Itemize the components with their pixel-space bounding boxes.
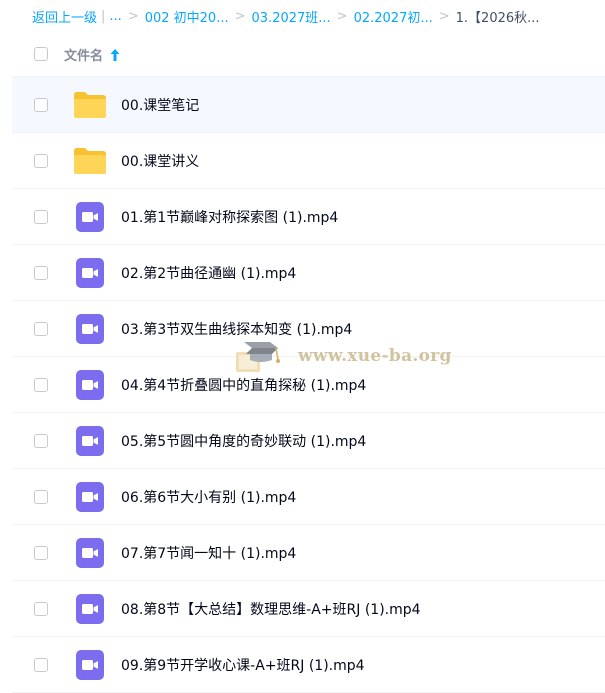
folder-icon [72,90,108,120]
breadcrumb-item[interactable]: 002 初中20... [145,7,229,26]
video-file-icon [72,369,108,400]
breadcrumb-bar: | [101,8,106,24]
file-row[interactable]: 00.课堂笔记 [12,77,605,133]
breadcrumb: 返回上一级 | ... > 002 初中20... > 03.2027班... … [12,0,605,32]
file-row[interactable]: 07.第7节闻一知十 (1).mp4 [12,525,605,581]
breadcrumb-separator: > [234,8,246,24]
file-row[interactable]: 00.课堂讲义 [12,133,605,189]
folder-icon [72,146,108,176]
file-name[interactable]: 00.课堂笔记 [121,95,199,115]
file-list: 00.课堂笔记 00.课堂讲义 01.第1节巅峰对称探索图 (1).mp4 02.第2… [12,77,605,693]
file-name[interactable]: 06.第6节大小有别 (1).mp4 [121,487,296,507]
video-file-icon [72,537,108,568]
video-file-icon [72,593,108,624]
file-name[interactable]: 01.第1节巅峰对称探索图 (1).mp4 [121,207,338,227]
file-row[interactable]: 08.第8节【大总结】数理思维-A+班RJ (1).mp4 [12,581,605,637]
row-checkbox[interactable] [34,321,48,336]
video-file-icon [72,481,108,512]
row-checkbox[interactable] [34,97,48,112]
file-row[interactable]: 01.第1节巅峰对称探索图 (1).mp4 [12,189,605,245]
row-checkbox[interactable] [34,489,48,504]
file-name[interactable]: 03.第3节双生曲线探本知变 (1).mp4 [121,319,352,339]
list-header: 文件名 [12,32,605,77]
breadcrumb-item[interactable]: 02.2027初... [354,7,433,26]
row-checkbox[interactable] [34,153,48,168]
file-row[interactable]: 03.第3节双生曲线探本知变 (1).mp4 [12,301,605,357]
row-checkbox[interactable] [34,377,48,392]
row-checkbox[interactable] [34,601,48,616]
video-file-icon [72,425,108,456]
file-name[interactable]: 00.课堂讲义 [121,151,199,171]
back-link[interactable]: 返回上一级 [32,7,97,26]
row-checkbox[interactable] [34,433,48,448]
video-file-icon [72,649,108,680]
row-checkbox[interactable] [34,657,48,672]
sort-ascending-icon[interactable] [109,47,121,61]
video-file-icon [72,313,108,344]
breadcrumb-current: 1.【2026秋... [455,10,540,26]
file-name[interactable]: 08.第8节【大总结】数理思维-A+班RJ (1).mp4 [121,599,421,619]
file-name[interactable]: 09.第9节开学收心课-A+班RJ (1).mp4 [121,655,365,675]
file-name[interactable]: 02.第2节曲径通幽 (1).mp4 [121,263,296,283]
breadcrumb-separator: > [127,8,139,24]
select-all-checkbox[interactable] [34,47,48,61]
row-checkbox[interactable] [34,545,48,560]
file-list-panel: 返回上一级 | ... > 002 初中20... > 03.2027班... … [12,0,605,693]
filename-column-header[interactable]: 文件名 [64,45,103,64]
file-name[interactable]: 05.第5节圆中角度的奇妙联动 (1).mp4 [121,431,366,451]
file-row[interactable]: 06.第6节大小有别 (1).mp4 [12,469,605,525]
file-row[interactable]: 02.第2节曲径通幽 (1).mp4 [12,245,605,301]
video-file-icon [72,201,108,232]
file-row[interactable]: 05.第5节圆中角度的奇妙联动 (1).mp4 [12,413,605,469]
video-file-icon [72,257,108,288]
file-row[interactable]: 04.第4节折叠圆中的直角探秘 (1).mp4 [12,357,605,413]
row-checkbox[interactable] [34,209,48,224]
breadcrumb-item[interactable]: 03.2027班... [252,7,331,26]
file-name[interactable]: 04.第4节折叠圆中的直角探秘 (1).mp4 [121,375,366,395]
row-checkbox[interactable] [34,265,48,280]
breadcrumb-separator: > [336,8,348,24]
breadcrumb-separator: > [438,8,450,24]
file-name[interactable]: 07.第7节闻一知十 (1).mp4 [121,543,296,563]
breadcrumb-ellipsis[interactable]: ... [109,9,121,24]
